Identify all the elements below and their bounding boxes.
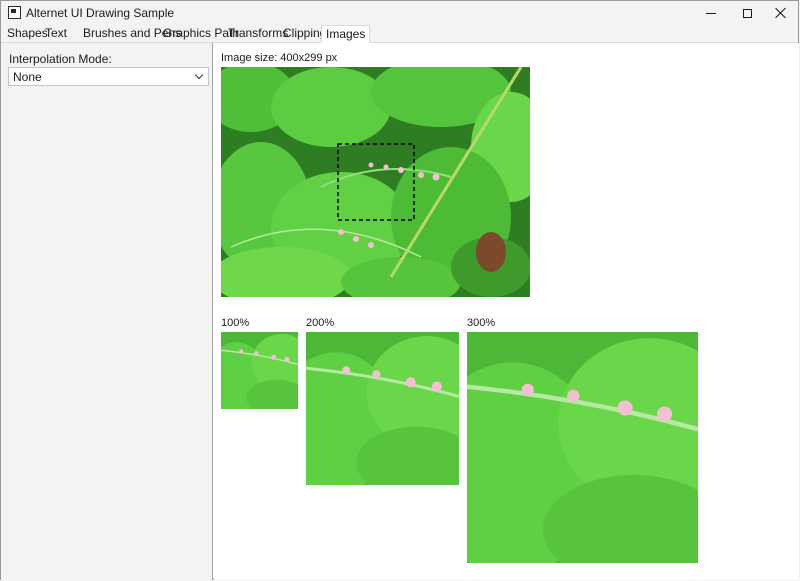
minimize-icon <box>706 12 716 14</box>
close-icon <box>775 7 787 19</box>
interpolation-mode-select[interactable]: None <box>8 67 209 86</box>
interpolation-mode-value: None <box>13 70 42 84</box>
app-icon <box>8 6 21 19</box>
zoom-200-crop <box>306 332 459 485</box>
settings-panel: Interpolation Mode: None <box>1 43 213 580</box>
window-title: Alternet UI Drawing Sample <box>26 6 175 20</box>
leaf-photo <box>221 67 530 297</box>
maximize-icon <box>742 8 752 18</box>
title-bar[interactable]: Alternet UI Drawing Sample <box>1 1 798 25</box>
zoom-300-label: 300% <box>467 317 496 329</box>
tab-images[interactable]: Images <box>321 25 371 43</box>
close-button[interactable] <box>758 1 800 25</box>
images-canvas: Image size: 400x299 px 100% 200% 300% <box>214 43 799 580</box>
source-image <box>221 67 530 297</box>
tab-text[interactable]: Text <box>41 25 71 42</box>
zoom-100-crop <box>221 332 298 409</box>
zoom-100-label: 100% <box>221 317 250 329</box>
zoom-100-image <box>221 332 298 409</box>
zoom-200-image <box>306 332 459 485</box>
zoom-300-image <box>467 332 698 563</box>
interpolation-mode-label: Interpolation Mode: <box>9 52 112 66</box>
zoom-300-crop <box>467 332 698 563</box>
tab-strip: Shapes Text Brushes and Pens Graphics Pa… <box>1 25 798 43</box>
app-window: Alternet UI Drawing Sample Shapes Text B… <box>0 0 799 580</box>
chevron-down-icon <box>194 70 204 80</box>
image-size-label: Image size: 400x299 px <box>221 52 338 64</box>
zoom-200-label: 200% <box>306 317 335 329</box>
